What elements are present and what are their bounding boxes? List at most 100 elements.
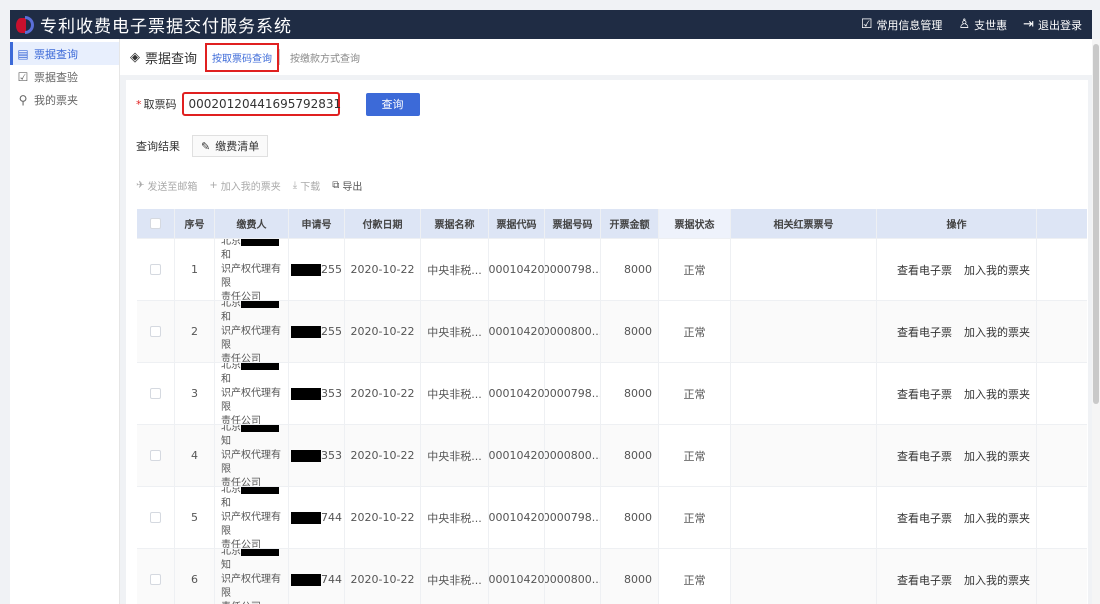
red-ticket-cell	[731, 487, 877, 548]
payer-cell: 北京和 识产权代理有限 责任公司	[215, 487, 289, 548]
bill-code-cell: 00010420	[489, 549, 545, 604]
payment-date-cell: 2020-10-22	[345, 425, 421, 486]
tab-by-payment-method[interactable]: 按缴款方式查询	[280, 50, 370, 65]
status-cell: 正常	[659, 425, 731, 486]
view-e-ticket-link[interactable]: 查看电子票	[897, 572, 952, 588]
application-number-cell: 255	[289, 239, 345, 300]
status-cell: 正常	[659, 301, 731, 362]
ticket-code-label: * 取票码	[136, 98, 177, 111]
row-checkbox[interactable]	[137, 549, 175, 604]
sidebar-item-label: 票据查询	[34, 47, 78, 61]
add-to-folder-link[interactable]: 加入我的票夹	[964, 386, 1030, 402]
view-e-ticket-link[interactable]: 查看电子票	[897, 510, 952, 526]
add-to-folder-link[interactable]: 加入我的票夹	[964, 262, 1030, 278]
add-to-folder-link[interactable]: 加入我的票夹	[964, 448, 1030, 464]
payment-date-cell: 2020-10-22	[345, 301, 421, 362]
view-e-ticket-link[interactable]: 查看电子票	[897, 386, 952, 402]
view-e-ticket-link[interactable]: 查看电子票	[897, 262, 952, 278]
send-icon: ✈	[136, 180, 145, 191]
row-index: 4	[175, 425, 215, 486]
sidebar-item-ticket-verify[interactable]: ☑ 票据查验	[10, 65, 119, 88]
row-checkbox[interactable]	[137, 363, 175, 424]
column-header: 相关红票票号	[731, 209, 877, 238]
operations-cell: 查看电子票 加入我的票夹	[877, 425, 1037, 486]
add-to-folder-link[interactable]: 加入我的票夹	[964, 572, 1030, 588]
bill-name-cell: 中央非税...	[421, 549, 489, 604]
export-button[interactable]: ⧉ 导出	[332, 178, 362, 193]
scrollbar[interactable]	[1092, 39, 1100, 604]
payment-date-cell: 2020-10-22	[345, 239, 421, 300]
row-checkbox[interactable]	[137, 239, 175, 300]
redaction-block	[291, 449, 321, 462]
amount-cell: 8000	[601, 487, 659, 548]
logout-label: 退出登录	[1038, 18, 1082, 32]
row-index: 3	[175, 363, 215, 424]
bill-number-cell: 0000800...	[545, 549, 601, 604]
table-header: 序号 缴费人 申请号 付款日期 票据名称 票据代码 票据号码 开票金额 票据状态…	[137, 209, 1087, 239]
scroll-thumb[interactable]	[1093, 44, 1099, 404]
sidebar-item-ticket-query[interactable]: ▤ 票据查询	[10, 42, 119, 65]
search-row: * 取票码 00020120441695792831 查询	[136, 92, 420, 116]
bill-code-cell: 00010420	[489, 487, 545, 548]
user-menu[interactable]: ♙ 支世惠	[958, 17, 1007, 33]
row-index: 2	[175, 301, 215, 362]
payer-cell: 北京和 识产权代理有限 责任公司	[215, 239, 289, 300]
column-header: 票据号码	[545, 209, 601, 238]
red-ticket-cell	[731, 301, 877, 362]
payment-date-cell: 2020-10-22	[345, 363, 421, 424]
table-body: 1 北京和 识产权代理有限 责任公司 255 2020-10-22 中央非税... 00010…	[137, 239, 1087, 604]
row-checkbox[interactable]	[137, 425, 175, 486]
row-index: 1	[175, 239, 215, 300]
operations-cell: 查看电子票 加入我的票夹	[877, 239, 1037, 300]
logout-button[interactable]: ⇥ 退出登录	[1023, 17, 1082, 33]
amount-cell: 8000	[601, 425, 659, 486]
redaction-block	[241, 301, 279, 308]
column-header: 付款日期	[345, 209, 421, 238]
view-e-ticket-link[interactable]: 查看电子票	[897, 324, 952, 340]
column-header: 操作	[877, 209, 1037, 238]
sidebar-item-label: 票据查验	[34, 70, 78, 84]
payment-list-label: 缴费清单	[215, 140, 260, 153]
app-title: 专利收费电子票据交付服务系统	[40, 17, 292, 37]
row-checkbox[interactable]	[137, 487, 175, 548]
operations-cell: 查看电子票 加入我的票夹	[877, 301, 1037, 362]
bill-number-cell: 0000798...	[545, 487, 601, 548]
top-right-menu: ☑ 常用信息管理 ♙ 支世惠 ⇥ 退出登录	[861, 17, 1092, 33]
view-e-ticket-link[interactable]: 查看电子票	[897, 448, 952, 464]
main-content: * 取票码 00020120441695792831 查询 查询结果 ✎ 缴费清单…	[126, 80, 1088, 604]
row-checkbox[interactable]	[137, 301, 175, 362]
column-header: 开票金额	[601, 209, 659, 238]
add-to-folder-link[interactable]: 加入我的票夹	[964, 510, 1030, 526]
query-button[interactable]: 查询	[365, 92, 420, 116]
export-icon: ⧉	[332, 180, 340, 191]
page-title-text: 票据查询	[145, 51, 198, 67]
operations-cell: 查看电子票 加入我的票夹	[877, 363, 1037, 424]
redaction-block	[241, 549, 279, 556]
bill-number-cell: 0000800...	[545, 301, 601, 362]
sidebar: ▤ 票据查询 ☑ 票据查验 ⚲ 我的票夹	[10, 39, 120, 604]
bill-code-cell: 00010420	[489, 363, 545, 424]
ticket-code-input[interactable]: 00020120441695792831	[181, 92, 341, 116]
add-to-folder-link[interactable]: 加入我的票夹	[964, 324, 1030, 340]
send-email-button[interactable]: ✈ 发送至邮箱	[136, 178, 197, 193]
payer-cell: 北京和 识产权代理有限 责任公司	[215, 363, 289, 424]
tab-by-ticket-code[interactable]: 按取票码查询	[205, 42, 280, 72]
sidebar-item-my-folder[interactable]: ⚲ 我的票夹	[10, 88, 119, 111]
add-to-folder-button[interactable]: + 加入我的票夹	[209, 178, 280, 193]
payment-list-button[interactable]: ✎ 缴费清单	[192, 135, 269, 157]
bill-name-cell: 中央非税...	[421, 239, 489, 300]
action-toolbar: ✈ 发送至邮箱 + 加入我的票夹 ⤓ 下载 ⧉ 导出	[136, 178, 362, 193]
red-ticket-cell	[731, 425, 877, 486]
red-ticket-cell	[731, 239, 877, 300]
operations-cell: 查看电子票 加入我的票夹	[877, 549, 1037, 604]
plus-icon: +	[209, 180, 218, 191]
status-cell: 正常	[659, 239, 731, 300]
bill-code-cell: 00010420	[489, 239, 545, 300]
select-all-checkbox[interactable]	[137, 209, 175, 238]
download-icon: ⤓	[292, 180, 298, 191]
column-header: 序号	[175, 209, 215, 238]
bill-code-cell: 00010420	[489, 425, 545, 486]
bill-number-cell: 0000798...	[545, 363, 601, 424]
info-management-button[interactable]: ☑ 常用信息管理	[861, 17, 943, 33]
download-button[interactable]: ⤓ 下载	[293, 178, 320, 193]
